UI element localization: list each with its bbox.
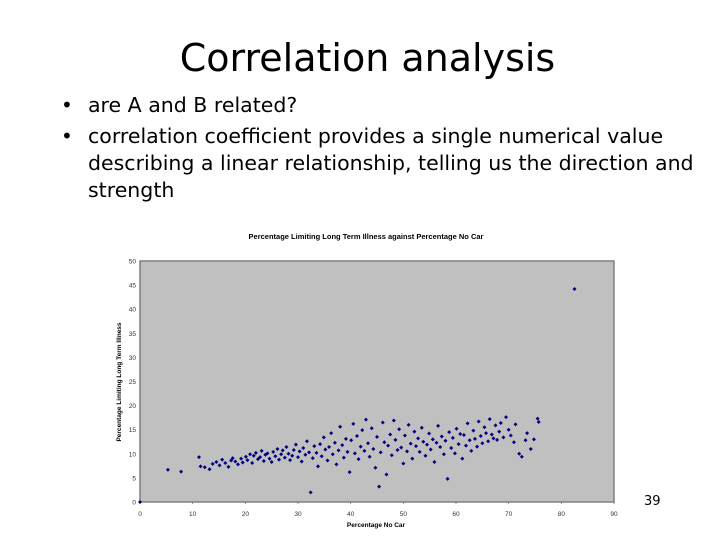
y-tick-label: 30 <box>129 355 137 362</box>
y-axis: 0 5 10 15 20 25 30 35 40 45 50 <box>129 259 137 507</box>
x-tick-label: 90 <box>610 511 618 518</box>
y-tick-label: 35 <box>129 331 137 338</box>
y-tick-label: 0 <box>132 500 136 507</box>
x-tick-label: 0 <box>138 511 142 518</box>
x-tick-label: 30 <box>294 511 302 518</box>
x-tick-label: 40 <box>347 511 355 518</box>
y-tick-label: 25 <box>129 379 137 386</box>
x-tick-label: 50 <box>400 511 408 518</box>
y-axis-label: Percentage Limiting Long Term Illness <box>116 322 123 441</box>
y-tick-label: 45 <box>129 283 137 290</box>
x-tick-label: 80 <box>558 511 566 518</box>
x-tick-label: 70 <box>505 511 513 518</box>
y-tick-label: 40 <box>129 307 137 314</box>
y-tick-label: 20 <box>129 403 137 410</box>
y-tick-label: 10 <box>129 451 137 458</box>
scatter-chart: Percentage Limiting Long Term Illness ag… <box>0 0 720 540</box>
y-tick-label: 5 <box>132 475 136 482</box>
x-axis: 0 10 20 30 40 50 60 70 80 90 <box>138 502 618 518</box>
x-tick-label: 60 <box>452 511 460 518</box>
x-tick-label: 20 <box>242 511 250 518</box>
plot-area <box>139 260 615 503</box>
page-number: 39 <box>644 494 661 509</box>
chart-title: Percentage Limiting Long Term Illness ag… <box>249 232 484 241</box>
x-axis-label: Percentage No Car <box>347 522 406 529</box>
chart-svg: Percentage Limiting Long Term Illness ag… <box>116 232 618 529</box>
x-tick-label: 10 <box>189 511 197 518</box>
y-tick-label: 50 <box>129 259 137 266</box>
y-tick-label: 15 <box>129 427 137 434</box>
